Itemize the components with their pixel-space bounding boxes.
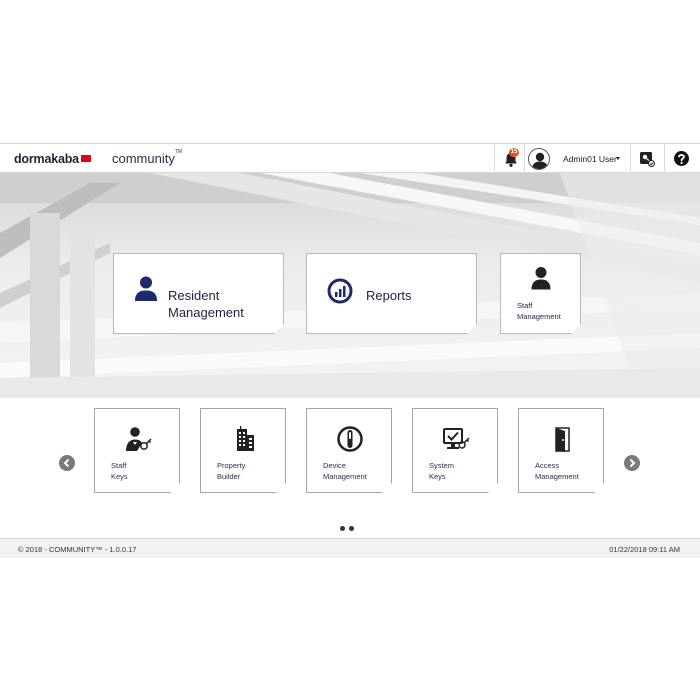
- header-divider: [494, 144, 495, 172]
- staff-keys-tile[interactable]: Staff Keys: [94, 408, 180, 493]
- reports-chart-icon: [327, 278, 353, 304]
- resident-management-label: Resident Management: [168, 287, 244, 321]
- tile-label-line: Management: [168, 305, 244, 320]
- reports-label: Reports: [366, 288, 412, 303]
- user-avatar-icon[interactable]: [528, 148, 550, 170]
- app-window: dormakaba communityTM 15 Admin01 User Re…: [0, 143, 700, 558]
- access-management-tile[interactable]: Access Management: [518, 408, 604, 493]
- device-management-tile[interactable]: Device Management: [306, 408, 392, 493]
- door-icon: [548, 425, 576, 453]
- tile-label-line: Builder: [217, 471, 241, 481]
- resident-user-icon: [134, 275, 158, 302]
- staff-keys-label: Staff Keys: [111, 461, 128, 482]
- tile-label-line: Device: [323, 461, 346, 470]
- trademark-mark: TM: [174, 148, 183, 155]
- copyright-text: © 2018 - COMMUNITY™ - 1.0.0.17: [18, 545, 137, 554]
- tile-label-line: Management: [535, 471, 579, 481]
- brand-logo[interactable]: dormakaba: [14, 152, 91, 166]
- header-divider: [664, 144, 665, 172]
- tile-label-line: Staff: [111, 461, 127, 470]
- tile-label-line: Management: [323, 471, 367, 481]
- system-keys-icon: [442, 425, 470, 453]
- building-icon: [230, 425, 258, 453]
- system-keys-label: System Keys: [429, 461, 454, 482]
- tile-label-line: Management: [517, 312, 561, 321]
- carousel-page-dot[interactable]: [349, 526, 354, 531]
- hero-banner: Resident Management Reports Staff Manage…: [0, 173, 700, 398]
- carousel-pagination: [340, 518, 358, 536]
- chevron-left-icon: [63, 458, 70, 468]
- chevron-right-icon: [629, 458, 636, 468]
- tile-label-line: Property: [217, 461, 246, 470]
- staff-management-label: Staff Management: [517, 300, 561, 322]
- help-icon[interactable]: [673, 150, 690, 167]
- staff-keys-icon: [124, 425, 152, 453]
- key-fob-icon[interactable]: [638, 150, 655, 167]
- top-bar: dormakaba communityTM 15 Admin01 User: [0, 144, 700, 173]
- device-lock-icon: [336, 425, 364, 453]
- system-keys-tile[interactable]: System Keys: [412, 408, 498, 493]
- brand-name: dormakaba: [14, 152, 79, 166]
- tile-label-line: Keys: [429, 471, 446, 481]
- resident-management-tile[interactable]: Resident Management: [113, 253, 284, 334]
- brand-mark-icon: [80, 155, 91, 162]
- quick-access-carousel: Staff Keys Property Builder Device Manag…: [0, 398, 700, 538]
- tile-label-line: Staff: [517, 301, 533, 310]
- reports-tile[interactable]: Reports: [306, 253, 477, 334]
- tile-label-line: Keys: [111, 471, 128, 481]
- property-builder-tile[interactable]: Property Builder: [200, 408, 286, 493]
- user-menu[interactable]: Admin01 User: [563, 154, 617, 164]
- tile-label-line: Resident: [168, 288, 220, 303]
- staff-management-tile[interactable]: Staff Management: [500, 253, 581, 334]
- property-builder-label: Property Builder: [217, 461, 245, 482]
- tile-label-line: Access: [535, 461, 560, 470]
- header-divider: [630, 144, 631, 172]
- carousel-prev-button[interactable]: [59, 455, 75, 471]
- tile-label-line: System: [429, 461, 455, 470]
- chevron-down-icon[interactable]: [616, 157, 620, 160]
- carousel-next-button[interactable]: [624, 455, 640, 471]
- current-datetime: 01/22/2018 09:11 AM: [609, 545, 680, 554]
- header-divider: [524, 144, 525, 172]
- access-management-label: Access Management: [535, 461, 579, 482]
- product-label: community: [112, 151, 175, 166]
- notification-badge: 15: [509, 148, 519, 157]
- footer-bar: © 2018 - COMMUNITY™ - 1.0.0.17 01/22/201…: [0, 538, 700, 558]
- staff-user-icon: [531, 266, 551, 290]
- product-name: communityTM: [112, 148, 183, 166]
- carousel-page-dot[interactable]: [340, 526, 345, 531]
- device-management-label: Device Management: [323, 461, 367, 482]
